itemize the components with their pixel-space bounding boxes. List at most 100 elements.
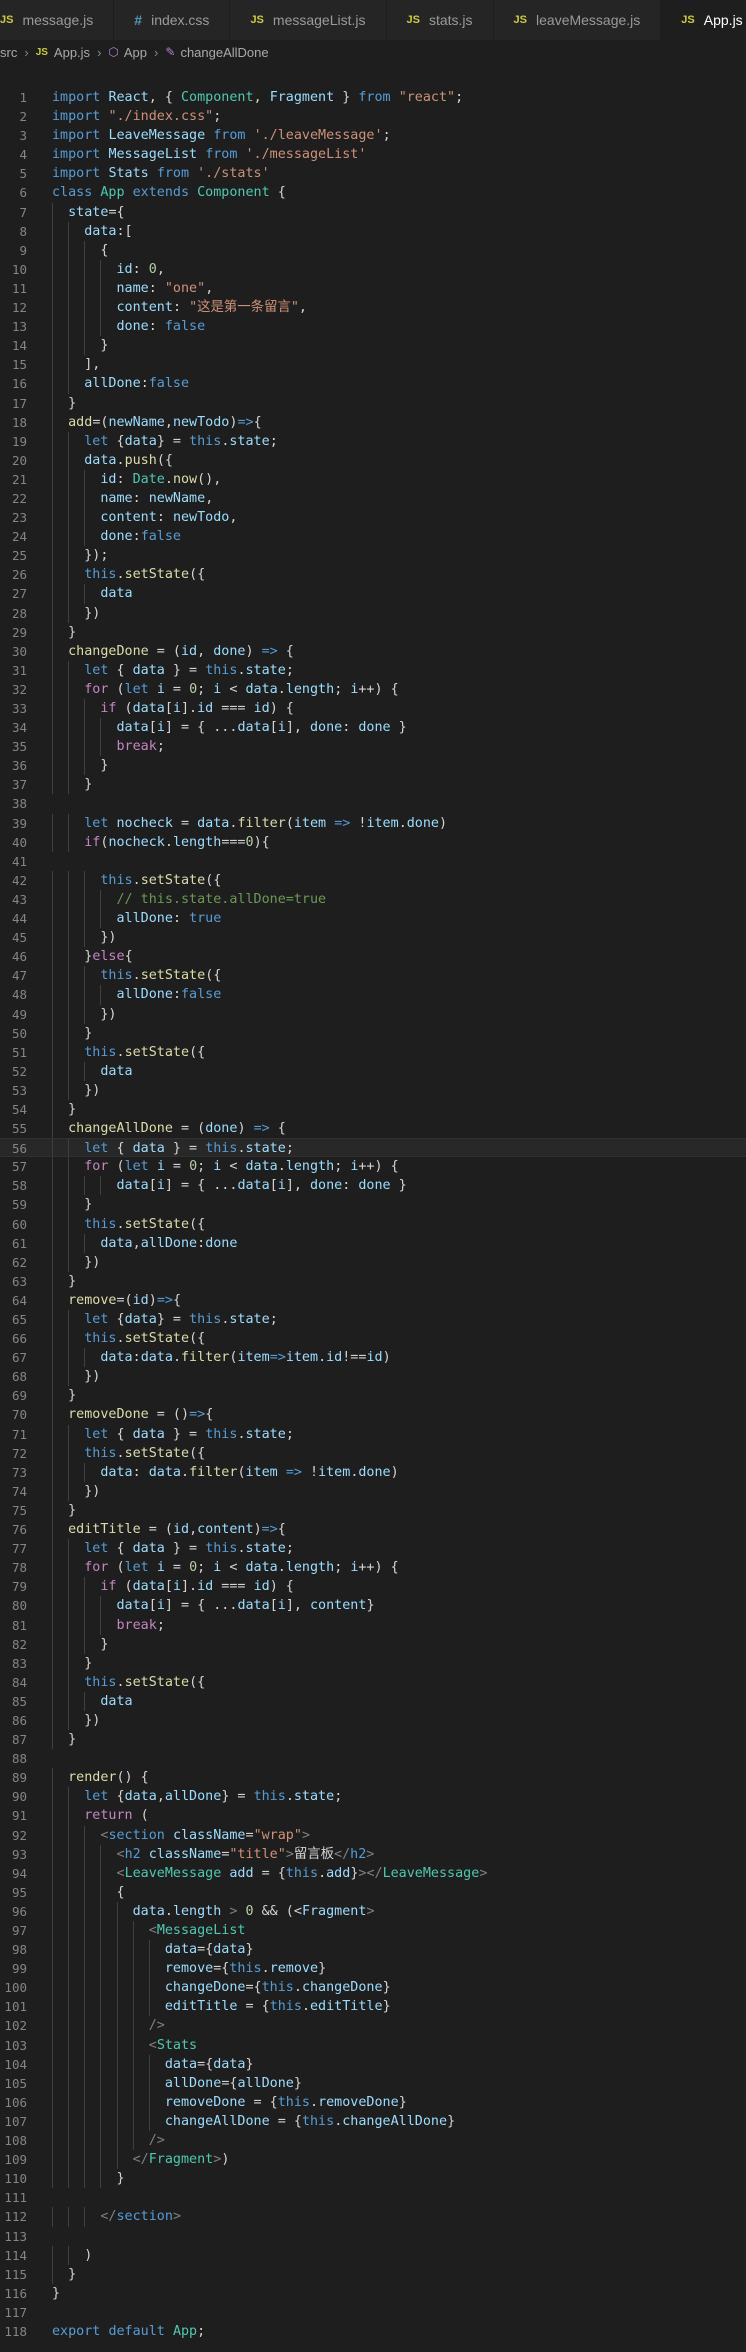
tab-messagelist-js[interactable]: JS messageList.js	[230, 0, 387, 40]
code-line[interactable]: 80 data[i] = { ...data[i], content}	[0, 1596, 746, 1616]
code-line[interactable]: 17 }	[0, 393, 746, 413]
code-line[interactable]: 30 changeDone = (id, done) => {	[0, 641, 746, 661]
code-line[interactable]: 64 remove=(id)=>{	[0, 1290, 746, 1310]
breadcrumb-file[interactable]: App.js	[54, 45, 90, 60]
code-line[interactable]: 22 name: newName,	[0, 488, 746, 509]
code-line[interactable]: 54 }	[0, 1099, 746, 1120]
code-line[interactable]: 1 import React, { Component, Fragment } f…	[0, 88, 746, 107]
code-line[interactable]: 99 remove={this.remove}	[0, 1959, 746, 1979]
code-line[interactable]: 104 data={data}	[0, 2054, 746, 2074]
code-line[interactable]: 115 }	[0, 2264, 746, 2284]
breadcrumb-folder[interactable]: src	[0, 45, 17, 60]
code-line[interactable]: 23 content: newTodo,	[0, 508, 746, 528]
code-line[interactable]: 13 done: false	[0, 317, 746, 337]
code-line[interactable]: 44 allDone: true	[0, 909, 746, 929]
code-line[interactable]: 21 id: Date.now(),	[0, 469, 746, 489]
code-line[interactable]: 39 let nocheck = data.filter(item => !it…	[0, 813, 746, 833]
code-line[interactable]: 83 }	[0, 1653, 746, 1673]
code-line[interactable]: 78 for (let i = 0; i < data.length; i++)…	[0, 1558, 746, 1578]
code-line[interactable]: 42 this.setState({	[0, 870, 746, 890]
code-line[interactable]: 12 content: "这是第一条留言",	[0, 298, 746, 318]
code-line[interactable]: 112 </section>	[0, 2207, 746, 2227]
code-line[interactable]: 50 }	[0, 1023, 746, 1043]
code-line[interactable]: 48 allDone:false	[0, 985, 746, 1005]
code-line[interactable]: 65 let {data} = this.state;	[0, 1310, 746, 1330]
code-line[interactable]: 107 changeAllDone = {this.changeAllDone}	[0, 2111, 746, 2132]
code-line[interactable]: 43 // this.state.allDone=true	[0, 889, 746, 910]
code-line[interactable]: 34 data[i] = { ...data[i], done: done }	[0, 718, 746, 738]
code-line[interactable]: 52 data	[0, 1061, 746, 1081]
code-line[interactable]: 46 }else{	[0, 947, 746, 967]
code-line[interactable]: 70 removeDone = ()=>{	[0, 1405, 746, 1425]
code-line[interactable]: 76 editTitle = (id,content)=>{	[0, 1520, 746, 1540]
tab-leavemessage-js[interactable]: JS leaveMessage.js	[494, 0, 662, 40]
code-line[interactable]: 106 removeDone = {this.removeDone}	[0, 2092, 746, 2112]
code-editor[interactable]: 1 import React, { Component, Fragment } f…	[0, 88, 746, 2341]
code-line[interactable]: 9 {	[0, 240, 746, 260]
code-line[interactable]: 89 render() {	[0, 1768, 746, 1788]
code-line[interactable]: 5 import Stats from './stats'	[0, 164, 746, 183]
code-line[interactable]: 26 this.setState({	[0, 565, 746, 585]
code-line[interactable]: 33 if (data[i].id === id) {	[0, 699, 746, 719]
code-line[interactable]: 114 )	[0, 2245, 746, 2265]
code-line[interactable]: 10 id: 0,	[0, 259, 746, 279]
code-line[interactable]: 79 if (data[i].id === id) {	[0, 1577, 746, 1597]
code-line[interactable]: 2 import "./index.css";	[0, 107, 746, 126]
code-line[interactable]: 69 }	[0, 1386, 746, 1406]
code-line[interactable]: 63 }	[0, 1271, 746, 1291]
tab-stats-js[interactable]: JS stats.js	[387, 0, 494, 40]
code-line[interactable]: 113	[0, 2227, 746, 2246]
code-line[interactable]: 62 })	[0, 1252, 746, 1272]
code-line[interactable]: 18 add=(newName,newTodo)=>{	[0, 412, 746, 432]
code-line[interactable]: 55 changeAllDone = (done) => {	[0, 1119, 746, 1139]
code-line[interactable]: 57 for (let i = 0; i < data.length; i++)…	[0, 1157, 746, 1177]
code-line[interactable]: 38	[0, 794, 746, 813]
code-line[interactable]: 61 data,allDone:done	[0, 1233, 746, 1253]
code-line[interactable]: 116}	[0, 2284, 746, 2303]
code-line[interactable]: 74 })	[0, 1481, 746, 1501]
code-line[interactable]: 85 data	[0, 1691, 746, 1711]
code-line[interactable]: 53 })	[0, 1080, 746, 1100]
code-line[interactable]: 75 }	[0, 1500, 746, 1521]
code-line[interactable]: 36 }	[0, 756, 746, 776]
code-line[interactable]: 67 data:data.filter(item=>item.id!==id)	[0, 1348, 746, 1368]
code-line[interactable]: 11 name: "one",	[0, 278, 746, 299]
code-line[interactable]: 118 export default App;	[0, 2322, 746, 2341]
code-line[interactable]: 77 let { data } = this.state;	[0, 1539, 746, 1559]
code-line[interactable]: 84 this.setState({	[0, 1672, 746, 1692]
code-line[interactable]: 56 let { data } = this.state;	[0, 1138, 746, 1158]
code-line[interactable]: 19 let {data} = this.state;	[0, 431, 746, 451]
code-line[interactable]: 105 allDone={allDone}	[0, 2073, 746, 2093]
code-line[interactable]: 101 editTitle = {this.editTitle}	[0, 1997, 746, 2017]
code-line[interactable]: 111	[0, 2188, 746, 2207]
tab-app-js[interactable]: JSApp.js✕	[661, 0, 746, 40]
code-line[interactable]: 103 <Stats	[0, 2035, 746, 2055]
code-line[interactable]: 68 })	[0, 1367, 746, 1387]
code-line[interactable]: 91 return (	[0, 1806, 746, 1826]
code-line[interactable]: 86 })	[0, 1710, 746, 1731]
code-line[interactable]: 7 state={	[0, 202, 746, 222]
code-line[interactable]: 88	[0, 1749, 746, 1768]
code-line[interactable]: 100 changeDone={this.changeDone}	[0, 1978, 746, 1998]
code-line[interactable]: 47 this.setState({	[0, 966, 746, 986]
code-line[interactable]: 25 });	[0, 546, 746, 566]
code-line[interactable]: 31 let { data } = this.state;	[0, 660, 746, 680]
code-line[interactable]: 92 <section className="wrap">	[0, 1825, 746, 1845]
code-line[interactable]: 73 data: data.filter(item => !item.done)	[0, 1462, 746, 1482]
code-line[interactable]: 109 </Fragment>)	[0, 2150, 746, 2170]
code-line[interactable]: 94 <LeaveMessage add = {this.add}></Leav…	[0, 1863, 746, 1883]
code-line[interactable]: 71 let { data } = this.state;	[0, 1424, 746, 1444]
code-line[interactable]: 8 data:[	[0, 221, 746, 241]
code-line[interactable]: 20 data.push({	[0, 450, 746, 470]
code-line[interactable]: 97 <MessageList	[0, 1921, 746, 1941]
code-line[interactable]: 37 }	[0, 775, 746, 795]
code-line[interactable]: 110 }	[0, 2169, 746, 2189]
code-line[interactable]: 95 {	[0, 1882, 746, 1902]
code-line[interactable]: 58 data[i] = { ...data[i], done: done }	[0, 1176, 746, 1196]
code-line[interactable]: 27 data	[0, 584, 746, 604]
code-line[interactable]: 108 />	[0, 2131, 746, 2151]
code-line[interactable]: 90 let {data,allDone} = this.state;	[0, 1787, 746, 1807]
code-line[interactable]: 32 for (let i = 0; i < data.length; i++)…	[0, 679, 746, 699]
tab-index-css[interactable]: # index.css	[114, 0, 231, 40]
code-line[interactable]: 16 allDone:false	[0, 374, 746, 394]
